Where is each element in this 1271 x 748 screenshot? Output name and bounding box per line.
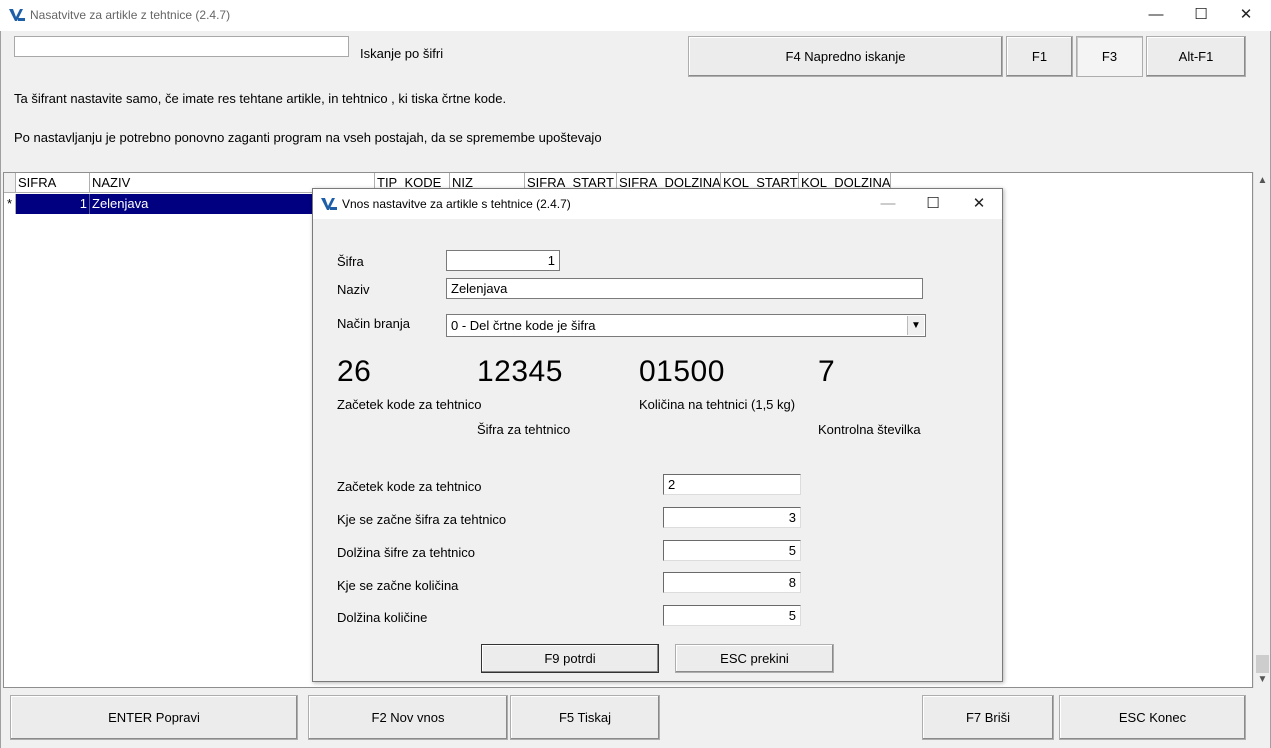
row-marker: * (4, 194, 16, 214)
dialog-title-bar: Vnos nastavitve za artikle s tehtnice (2… (313, 189, 1002, 219)
edit-button[interactable]: ENTER Popravi (10, 695, 298, 740)
dialog-close-icon[interactable]: ✕ (964, 193, 994, 215)
close-icon[interactable]: ✕ (1231, 4, 1261, 26)
grid-corner (4, 173, 16, 193)
example-part-quantity: 01500 (639, 355, 725, 388)
example-part-code: 12345 (477, 355, 563, 388)
info-line-1: Ta šifrant nastavite samo, če imate res … (14, 91, 507, 106)
chevron-down-icon[interactable]: ▼ (907, 316, 924, 335)
sifra-field[interactable]: 1 (446, 250, 560, 271)
example-part-prefix: 26 (337, 355, 372, 388)
nacin-select-value: 0 - Del črtne kode je šifra (451, 318, 596, 333)
f3-button[interactable]: F3 (1076, 36, 1143, 77)
dialog-title: Vnos nastavitve za artikle s tehtnice (2… (342, 197, 571, 211)
example-part-check: 7 (818, 355, 836, 388)
exit-button[interactable]: ESC Konec (1059, 695, 1246, 740)
dialog-maximize-icon[interactable]: ☐ (918, 193, 948, 215)
search-label: Iskanje po šifri (360, 46, 444, 61)
f1-button[interactable]: F1 (1006, 36, 1073, 77)
info-line-2: Po nastavljanju je potrebno ponovno zaga… (14, 130, 602, 145)
cancel-button[interactable]: ESC prekini (675, 644, 834, 673)
naziv-field[interactable]: Zelenjava (446, 278, 923, 299)
param-field-code-start[interactable]: 2 (663, 474, 801, 495)
scroll-up-icon[interactable]: ▲ (1254, 172, 1271, 189)
new-entry-button[interactable]: F2 Nov vnos (308, 695, 508, 740)
delete-button[interactable]: F7 Briši (922, 695, 1054, 740)
param-label-quantity-length: Dolžina količine (337, 610, 428, 625)
confirm-button[interactable]: F9 potrdi (481, 644, 659, 673)
nacin-label: Način branja (337, 316, 410, 331)
param-label-quantity-start: Kje se začne količina (337, 578, 459, 593)
maximize-icon[interactable]: ☐ (1186, 4, 1216, 26)
scroll-down-icon[interactable]: ▼ (1254, 671, 1271, 688)
cell-sifra[interactable]: 1 (16, 194, 90, 214)
nacin-select[interactable]: 0 - Del črtne kode je šifra ▼ (446, 314, 926, 337)
caption-quantity: Količina na tehtnici (1,5 kg) (639, 397, 796, 412)
caption-check: Kontrolna številka (818, 422, 921, 437)
app-logo-icon (9, 8, 25, 22)
caption-code: Šifra za tehtnico (477, 422, 571, 437)
advanced-search-button[interactable]: F4 Napredno iskanje (688, 36, 1003, 77)
param-label-code-start: Začetek kode za tehtnico (337, 479, 482, 494)
column-header-sifra[interactable]: SIFRA (16, 173, 90, 193)
param-field-sifra-length[interactable]: 5 (663, 540, 801, 561)
cell-naziv[interactable]: Zelenjava (90, 194, 315, 214)
param-label-sifra-length: Dolžina šifre za tehtnico (337, 545, 476, 560)
title-bar: Nasatvitve za artikle z tehtnice (2.4.7)… (0, 0, 1271, 31)
sifra-label: Šifra (337, 254, 364, 269)
dialog-app-logo-icon (321, 197, 337, 211)
minimize-icon[interactable]: — (1141, 4, 1171, 26)
naziv-label: Naziv (337, 282, 370, 297)
alt-f1-button[interactable]: Alt-F1 (1146, 36, 1246, 77)
window-title: Nasatvitve za artikle z tehtnice (2.4.7) (30, 8, 231, 22)
param-label-sifra-start: Kje se začne šifra za tehtnico (337, 512, 507, 527)
param-field-quantity-start[interactable]: 8 (663, 572, 801, 593)
caption-prefix: Začetek kode za tehtnico (337, 397, 482, 412)
settings-dialog: Vnos nastavitve za artikle s tehtnice (2… (312, 188, 1003, 682)
param-field-sifra-start[interactable]: 3 (663, 507, 801, 528)
param-field-quantity-length[interactable]: 5 (663, 605, 801, 626)
vertical-scrollbar[interactable]: ▲ ▼ (1253, 172, 1270, 688)
dialog-minimize-icon[interactable]: — (873, 193, 903, 215)
search-input[interactable] (14, 36, 349, 57)
print-button[interactable]: F5 Tiskaj (510, 695, 660, 740)
